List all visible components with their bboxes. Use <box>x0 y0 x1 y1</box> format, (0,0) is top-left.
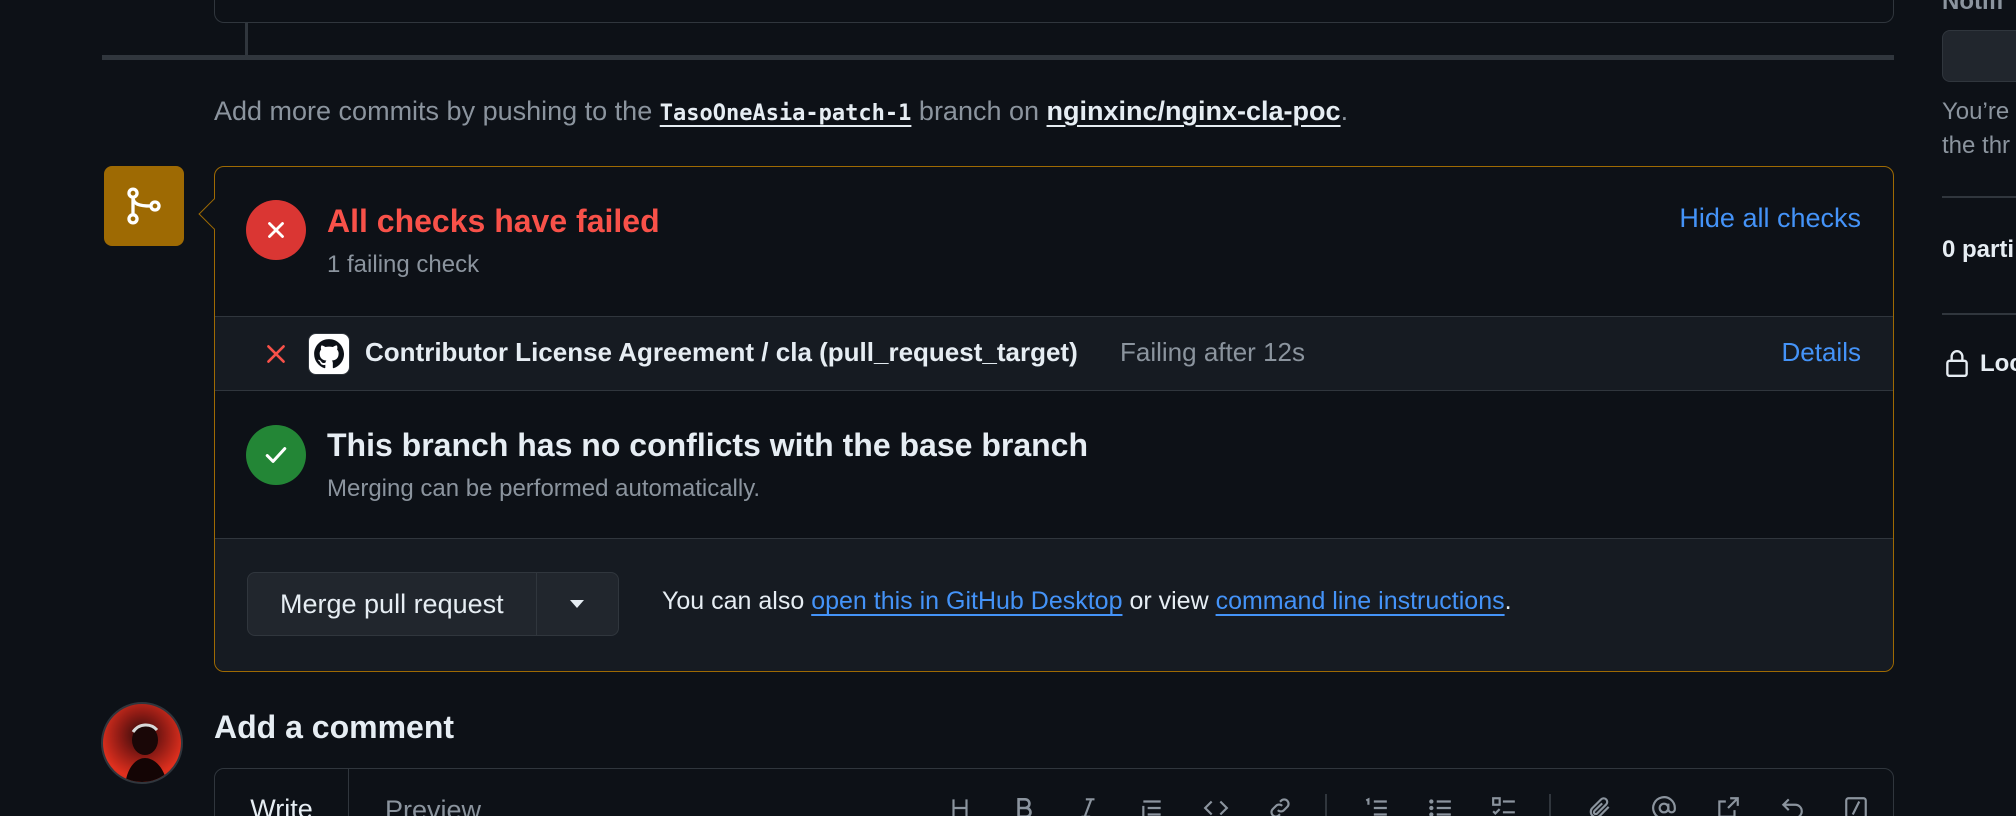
lock-icon <box>1946 350 1968 378</box>
add-comment-heading: Add a comment <box>214 709 455 745</box>
tab-write[interactable]: Write <box>215 769 349 816</box>
markdown-toolbar <box>911 793 1871 816</box>
slash-command-icon[interactable] <box>1841 793 1871 816</box>
toolbar-divider <box>1549 794 1551 816</box>
unordered-list-icon[interactable] <box>1425 793 1455 816</box>
merge-alternatives: You can also open this in GitHub Desktop… <box>662 587 1512 616</box>
git-merge-icon <box>127 187 161 225</box>
check-status: Failing after 12s <box>1120 337 1305 367</box>
comment-editor: Write Preview <box>214 768 1894 816</box>
command-line-instructions-link[interactable]: command line instructions <box>1216 587 1505 615</box>
checks-failed-icon <box>246 200 306 260</box>
quote-icon[interactable] <box>1137 793 1167 816</box>
timeline-connector <box>245 23 248 56</box>
checks-title: All checks have failed <box>327 203 660 239</box>
sidebar-divider <box>1942 313 2016 315</box>
avatar[interactable] <box>101 702 183 784</box>
open-in-desktop-link[interactable]: open this in GitHub Desktop <box>811 587 1122 615</box>
task-list-icon[interactable] <box>1489 793 1519 816</box>
heading-icon[interactable] <box>945 793 975 816</box>
conflicts-section: This branch has no conflicts with the ba… <box>215 391 1893 539</box>
branch-name-link[interactable]: TasoOneAsia-patch-1 <box>660 101 912 126</box>
merge-status-box: All checks have failed 1 failing check H… <box>198 166 1894 672</box>
conflicts-subtitle: Merging can be performed automatically. <box>327 475 761 502</box>
git-merge-badge <box>104 166 184 246</box>
no-conflicts-check-icon <box>246 425 306 485</box>
check-row: Contributor License Agreement / cla (pul… <box>215 317 1893 391</box>
check-details-link[interactable]: Details <box>1782 337 1861 368</box>
link-icon[interactable] <box>1265 793 1295 816</box>
conflicts-title: This branch has no conflicts with the ba… <box>327 427 1089 463</box>
lock-conversation-button[interactable]: Loc <box>1980 350 2016 378</box>
hide-all-checks-button[interactable]: Hide all checks <box>1679 203 1861 234</box>
push-hint-suffix: . <box>1340 96 1349 126</box>
italic-icon[interactable] <box>1073 793 1103 816</box>
merge-alt-middle: or view <box>1129 587 1209 615</box>
merge-alt-prefix: You can also <box>662 587 805 615</box>
checks-summary: All checks have failed 1 failing check H… <box>215 167 1893 317</box>
merge-action-section: Merge pull request You can also open thi… <box>215 539 1893 671</box>
merge-button-group: Merge pull request <box>247 572 619 636</box>
previous-timeline-box <box>214 0 1894 23</box>
bold-icon[interactable] <box>1009 793 1039 816</box>
check-failed-x-icon <box>267 345 285 363</box>
check-name: Contributor License Agreement / cla (pul… <box>365 337 1078 367</box>
reply-icon[interactable] <box>1777 793 1807 816</box>
sidebar-notice-line-2: the thr <box>1942 132 2011 159</box>
sidebar-divider <box>1942 196 2016 198</box>
push-hint-prefix: Add more commits by pushing to the <box>214 96 653 126</box>
merge-method-dropdown[interactable] <box>535 573 618 635</box>
github-icon <box>308 333 350 375</box>
push-hint-middle: branch on <box>918 96 1040 126</box>
ordered-list-icon[interactable] <box>1361 793 1391 816</box>
sidebar-participants: 0 parti <box>1942 236 2015 263</box>
checks-subtitle: 1 failing check <box>327 251 480 278</box>
mention-icon[interactable] <box>1649 793 1679 816</box>
cross-reference-icon[interactable] <box>1713 793 1743 816</box>
merge-alt-suffix: . <box>1504 587 1512 615</box>
code-icon[interactable] <box>1201 793 1231 816</box>
notifications-subscribe-button[interactable] <box>1942 30 2016 82</box>
repo-link[interactable]: nginxinc/nginx-cla-poc <box>1047 96 1341 126</box>
attach-icon[interactable] <box>1585 793 1615 816</box>
timeline-divider <box>102 55 1894 60</box>
sidebar-notice-line-1: You’re <box>1942 98 2010 125</box>
triangle-down-icon <box>570 600 585 608</box>
tab-preview[interactable]: Preview <box>385 795 481 816</box>
push-commits-hint: Add more commits by pushing to the TasoO… <box>214 96 1348 127</box>
merge-pull-request-button[interactable]: Merge pull request <box>248 573 536 635</box>
sidebar-notifications-heading: Notifi <box>1942 0 2004 15</box>
toolbar-divider <box>1325 794 1327 816</box>
